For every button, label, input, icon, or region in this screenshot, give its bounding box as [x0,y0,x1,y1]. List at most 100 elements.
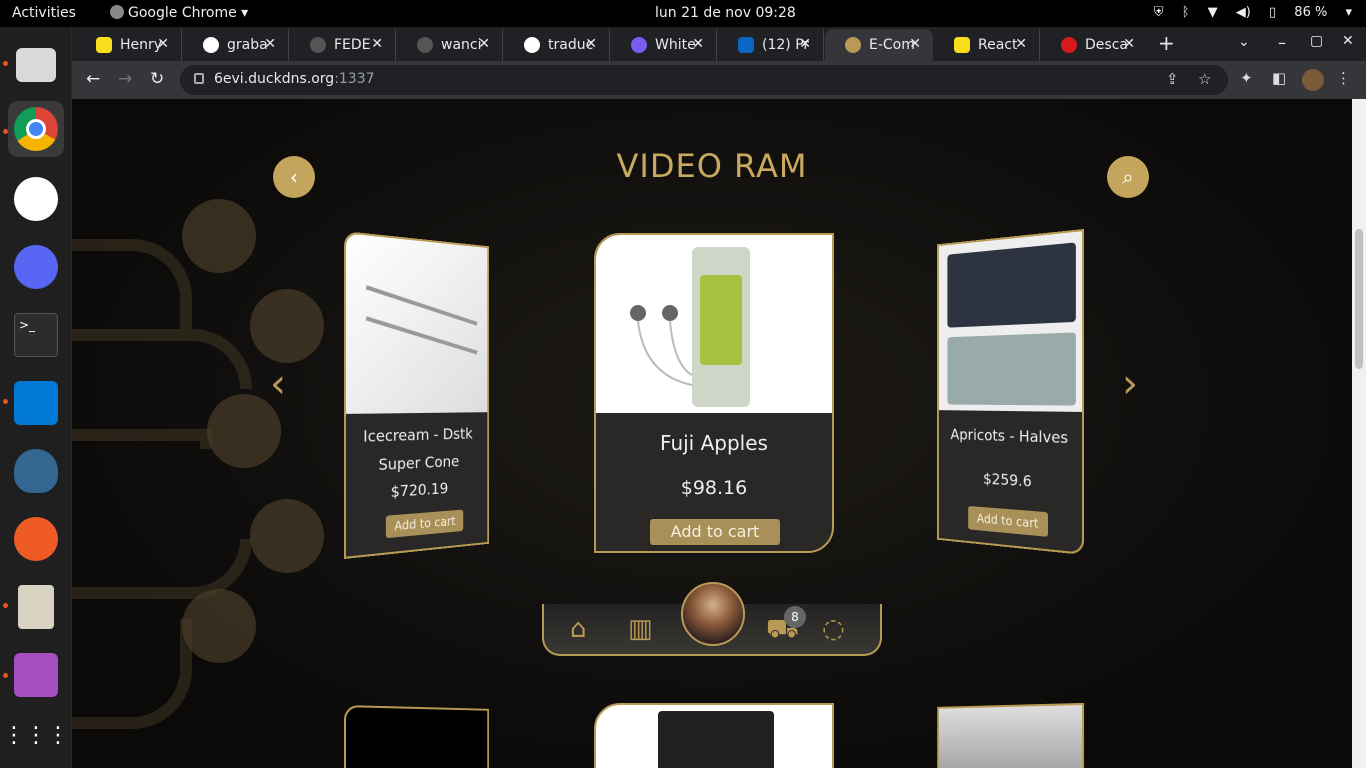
back-button[interactable]: ← [86,69,100,89]
maximize-button[interactable]: ▢ [1310,33,1323,49]
reload-button[interactable]: ↻ [150,69,164,89]
files-app[interactable] [8,37,64,93]
cart-count-badge: 8 [784,606,806,628]
product-card[interactable] [344,705,489,768]
postman-icon [14,517,58,561]
close-icon[interactable]: ✕ [692,36,704,52]
tab-title: E-Com [869,37,915,53]
tab-title: FEDE [334,37,371,53]
vscode-app[interactable] [8,375,64,431]
home-icon[interactable]: ⌂ [570,614,587,644]
close-icon[interactable]: ✕ [371,36,383,52]
activities-button[interactable]: Activities [12,5,76,21]
close-icon[interactable]: ✕ [478,36,490,52]
add-to-cart-button[interactable]: Add to cart [386,510,463,539]
battery-level: 86 % [1294,5,1327,20]
decor-trace [72,329,252,389]
chat-icon[interactable]: ◌ [822,614,845,644]
search-button[interactable]: ⌕ [1107,156,1149,198]
user-avatar[interactable] [681,582,745,646]
tab[interactable]: Desca ✕ [1041,29,1147,61]
chrome-icon [14,107,58,151]
add-to-cart-button[interactable]: Add to cart [650,519,780,545]
share-icon[interactable]: ⇪ [1166,70,1179,88]
app-menu[interactable]: Google Chrome ▾ [110,5,248,21]
hinges-image [346,233,489,414]
tab[interactable]: (12) Pr ✕ [718,29,824,61]
add-to-cart-button[interactable]: Add to cart [968,506,1048,537]
address-bar[interactable]: 6evi.duckdns.org:1337 ⇪ ☆ [180,65,1228,95]
menu-icon[interactable]: ⋮ [1336,69,1351,87]
product-card[interactable]: Icecream - Dstk Super Cone $720.19 Add t… [344,231,489,559]
extensions-icon[interactable]: ✦ [1240,69,1253,87]
close-window-button[interactable]: ✕ [1342,33,1354,49]
profile-avatar[interactable] [1302,69,1324,91]
tab[interactable]: React ✕ [934,29,1040,61]
new-tab-button[interactable]: + [1158,31,1175,55]
close-icon[interactable]: ✕ [799,36,811,52]
video-player-app[interactable] [8,647,64,703]
decor-trace [72,619,192,729]
postgresql-app[interactable] [8,443,64,499]
minimize-button[interactable]: – [1278,33,1286,52]
react-icon [954,37,970,53]
bookmark-star-icon[interactable]: ☆ [1198,70,1211,88]
close-icon[interactable]: ✕ [1123,36,1135,52]
terminal-icon: >_ [14,313,58,357]
tab-title: Henry [120,37,162,53]
grid-icon: ⋮⋮⋮ [3,723,69,748]
tab-title: graba [227,37,268,53]
terminal-app[interactable]: >_ [8,307,64,363]
decor-node [250,499,324,573]
page-scrollbar[interactable] [1352,99,1366,768]
book-icon[interactable]: ▥ [628,614,653,644]
slack-app[interactable] [8,171,64,227]
tab[interactable]: Henry ✕ [76,29,182,61]
chrome-app[interactable] [8,101,64,157]
close-icon[interactable]: ✕ [909,36,921,52]
product-image [346,233,487,414]
close-icon[interactable]: ✕ [264,36,276,52]
product-card[interactable]: Fuji Apples $98.16 Add to cart [594,233,834,553]
bottom-nav: ⌂ ▥ ⛟ 8 ◌ [542,604,882,656]
tab-favicon-icon [96,37,112,53]
carousel-prev-icon[interactable]: ‹ [270,361,286,407]
bluetooth-icon: ᛒ [1182,5,1190,20]
side-panel-icon[interactable]: ◧ [1272,69,1286,87]
product-image [596,235,832,413]
postman-app[interactable] [8,511,64,567]
tab[interactable]: FEDE ✕ [290,29,396,61]
product-card[interactable] [937,703,1084,768]
discord-app[interactable] [8,239,64,295]
product-card[interactable]: Apricots - Halves $259.6 Add to cart [937,229,1084,555]
lock-icon [194,73,204,84]
forward-button[interactable]: → [118,69,132,89]
close-icon[interactable]: ✕ [157,36,169,52]
github-icon [417,37,433,53]
tab-active[interactable]: E-Com ✕ [825,29,933,61]
product-card[interactable] [594,703,834,768]
clock[interactable]: lun 21 de nov 09:28 [655,5,796,21]
tab[interactable]: traduc ✕ [504,29,610,61]
scrollbar-thumb[interactable] [1355,229,1363,369]
system-top-bar: Activities Google Chrome ▾ lun 21 de nov… [0,0,1366,27]
vscode-icon [14,381,58,425]
close-icon[interactable]: ✕ [1015,36,1027,52]
keyboard-image [939,231,1084,412]
dock: >_ ⋮⋮⋮ [0,27,72,768]
close-icon[interactable]: ✕ [585,36,597,52]
decor-node [250,289,324,363]
system-tray[interactable]: ⛨ ᛒ ▼ ◀) ▯ 86 % ▾ [1140,5,1352,20]
folder-icon [16,48,56,82]
tab-search-icon[interactable]: ⌄ [1238,34,1250,50]
toolbar: ← → ↻ 6evi.duckdns.org:1337 ⇪ ☆ ✦ ◧ ⋮ [72,61,1366,99]
tab[interactable]: wanci ✕ [397,29,503,61]
tab[interactable]: White ✕ [611,29,717,61]
power-menu-icon: ▾ [1345,5,1352,20]
back-nav-button[interactable]: ‹ [273,156,315,198]
tab[interactable]: graba ✕ [183,29,289,61]
carousel-next-icon[interactable]: › [1122,361,1138,407]
show-apps-button[interactable]: ⋮⋮⋮ [8,707,64,763]
archive-app[interactable] [8,579,64,635]
chevron-left-icon: ‹ [290,165,298,189]
